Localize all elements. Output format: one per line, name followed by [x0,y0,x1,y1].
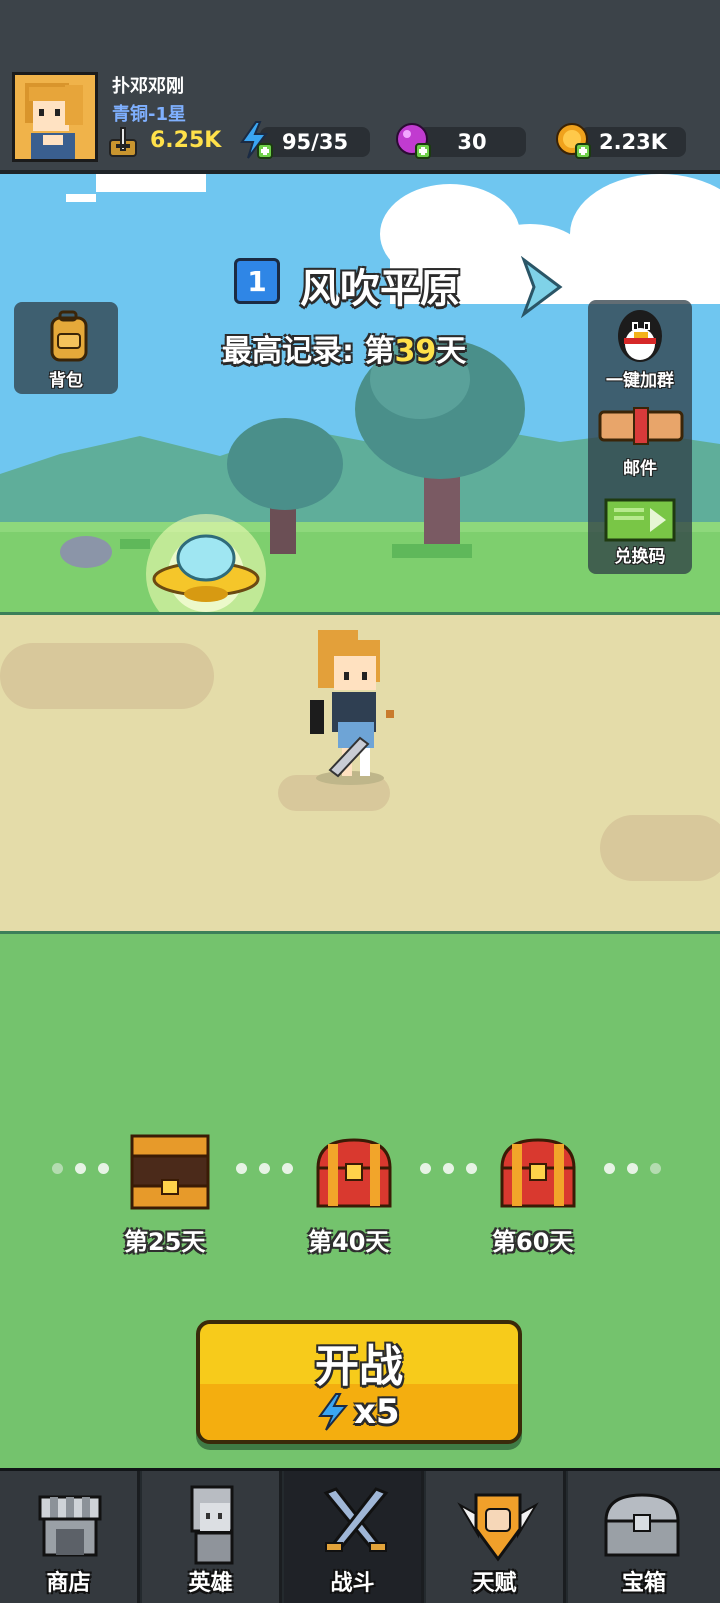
nav-talent-label: 天赋 [472,1571,517,1596]
backpack-icon [50,310,88,362]
nav-battle-label: 战斗 [330,1571,375,1596]
progress-dot [443,1163,454,1174]
join-group-label: 一键加群 [606,371,674,391]
ticket-icon [604,498,676,542]
player-avatar[interactable] [12,72,98,162]
redeem-code-button[interactable]: 兑换码 [588,492,692,572]
backpack-button[interactable]: 背包 [14,302,118,394]
reward-day-label: 第25天 [124,1228,206,1256]
bottom-navigation: 商店 英雄 战斗 天赋 宝箱 [0,1468,720,1603]
hero-character [300,630,410,790]
progress-dot [259,1163,270,1174]
hero-portrait-icon [15,75,95,159]
stage-number-badge: 1 [234,258,280,304]
energy-cost: x5 [354,1392,400,1432]
closed-chest-icon [316,1138,392,1208]
progress-dots [52,1163,109,1174]
hero-icon [190,1485,234,1565]
gem-counter[interactable]: 30 [418,127,526,157]
backpack-label: 背包 [49,371,83,391]
record-suffix: 天 [436,334,467,369]
nav-chest[interactable]: 宝箱 [568,1471,720,1603]
reward-chest-day40[interactable] [312,1134,396,1214]
reward-day-label: 第60天 [492,1228,574,1256]
mail-label: 邮件 [623,459,657,479]
add-coin-icon[interactable] [554,120,594,164]
add-energy-icon[interactable] [236,120,274,164]
crossed-swords-icon [323,1487,389,1552]
nav-battle[interactable]: 战斗 [284,1471,424,1603]
progress-dots [236,1163,293,1174]
closed-chest-icon [500,1138,576,1208]
shop-icon [38,1495,102,1557]
reward-chest-day25[interactable] [128,1130,212,1214]
player-rank: 青铜-1星 [112,104,186,125]
gem-value: 30 [457,130,487,154]
add-gem-icon[interactable] [394,120,434,164]
treasure-chest-icon [604,1493,680,1557]
mail-scroll-icon [598,407,684,445]
stage-name: 风吹平原 [300,266,460,312]
progress-dot [627,1163,638,1174]
mail-button[interactable]: 邮件 [588,398,692,479]
start-battle-button[interactable]: 开战 x5 [196,1320,522,1444]
coin-value: 2.23K [598,130,668,154]
progress-dots [420,1163,477,1174]
next-stage-arrow-icon[interactable] [520,255,564,322]
nav-shop[interactable]: 商店 [0,1471,140,1603]
energy-counter[interactable]: 95/35 [260,127,370,157]
progress-dot [52,1163,63,1174]
penguin-icon [618,310,662,362]
energy-value: 95/35 [281,130,349,154]
start-battle-label: 开战 [315,1341,403,1392]
progress-dot [604,1163,615,1174]
nav-hero[interactable]: 英雄 [142,1471,282,1603]
progress-dot [75,1163,86,1174]
progress-dot [98,1163,109,1174]
progress-dots [604,1163,661,1174]
record-day: 39 [394,334,437,369]
energy-cost-icon [316,1392,350,1436]
reward-chest-day60[interactable] [496,1134,580,1214]
opened-chest-icon [130,1134,210,1210]
record-prefix: 最高记录: 第 [222,334,395,369]
reward-day-label: 第40天 [308,1228,390,1256]
nav-talent[interactable]: 天赋 [426,1471,566,1603]
progress-dot [236,1163,247,1174]
power-icon [106,126,140,164]
redeem-code-label: 兑换码 [614,547,666,567]
progress-dot [650,1163,661,1174]
player-name: 扑邓邓刚 [112,76,184,97]
join-group-button[interactable]: 一键加群 [588,302,692,391]
nav-hero-label: 英雄 [188,1571,233,1596]
coin-counter[interactable]: 2.23K [580,127,686,157]
nav-chest-label: 宝箱 [621,1571,666,1596]
best-record: 最高记录: 第39天 [222,326,466,370]
nav-shop-label: 商店 [46,1571,91,1596]
power-value: 6.25K [150,128,222,153]
fist-shield-icon [457,1493,539,1562]
progress-dot [466,1163,477,1174]
progress-dot [420,1163,431,1174]
progress-dot [282,1163,293,1174]
